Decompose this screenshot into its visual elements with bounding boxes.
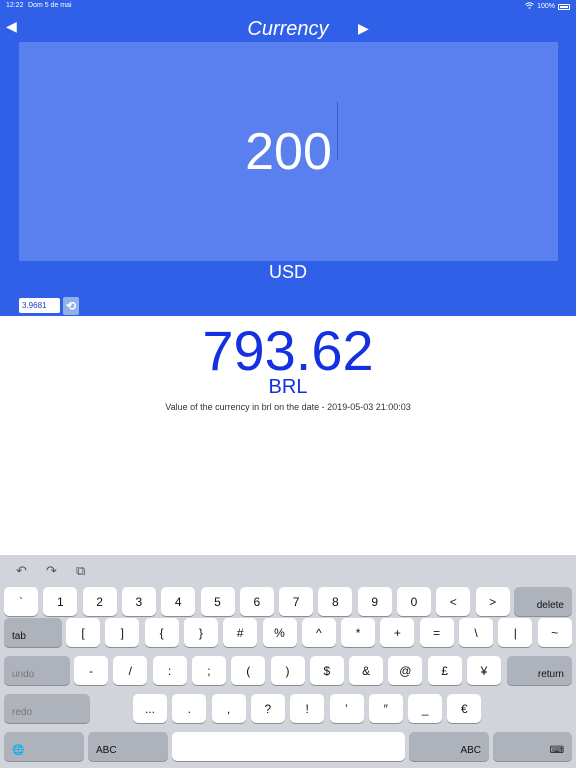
text-caret [337,102,338,160]
key[interactable]: ] [105,618,140,647]
key[interactable]: { [144,618,179,647]
key[interactable]: ... [133,694,167,723]
wifi-icon [525,2,534,11]
refresh-rate-icon[interactable]: ⟲ [63,297,79,315]
key[interactable]: . [172,694,207,723]
amount-input[interactable] [138,121,439,182]
status-time: 12:22 [6,2,24,9]
key[interactable]: : [152,656,187,685]
status-right: 100% [525,2,570,11]
key[interactable]: ’ [329,694,364,723]
key[interactable]: 9 [357,587,392,616]
paste-icon[interactable]: ⧉ [76,563,85,579]
globe-icon[interactable]: 🌐 [4,732,84,761]
key[interactable]: } [183,618,218,647]
key[interactable]: ″ [368,694,403,723]
key[interactable]: _ [408,694,443,723]
abc-key-left[interactable]: ABC [88,732,168,761]
key[interactable]: 3 [121,587,156,616]
redo-icon[interactable]: ↷ [46,563,57,579]
tab-key[interactable]: tab [4,618,62,647]
key[interactable]: - [74,656,108,685]
key[interactable]: & [349,656,384,685]
key[interactable]: ¥ [467,656,501,685]
status-bar: 12:22 Dom 5 de mai 100% [0,0,576,12]
amount-box[interactable] [19,42,558,261]
key[interactable]: @ [388,656,423,685]
exchange-rate-field[interactable]: 3.9681 [19,298,60,313]
key[interactable]: ? [250,694,285,723]
key[interactable]: > [475,587,510,616]
to-currency-code[interactable]: BRL [0,376,576,399]
key[interactable]: \ [459,618,493,647]
key[interactable]: ( [231,656,266,685]
key[interactable]: [ [66,618,100,647]
key[interactable]: € [447,694,482,723]
delete-key[interactable]: delete [514,587,572,616]
key[interactable]: 0 [397,587,431,616]
battery-icon [558,3,570,10]
from-currency-code[interactable]: USD [0,262,576,283]
undo-key[interactable]: undo [4,656,70,685]
next-arrow-icon[interactable]: ▶ [358,20,372,36]
key[interactable]: £ [427,656,462,685]
converter-header: ◀ Currency ▶ USD 3.9681 ⟲ [0,12,576,316]
key[interactable]: * [341,618,376,647]
keyboard: ↶ ↷ ⧉ ` 1 2 3 4 5 6 7 8 9 0 < > delete tab[]{} #% ^ * + = \ |… [0,555,576,768]
key[interactable]: < [436,587,471,616]
keyboard-shortcut-bar: ↶ ↷ ⧉ [0,555,576,585]
battery-percent: 100% [537,3,555,10]
key[interactable]: ! [290,694,325,723]
key[interactable]: 2 [82,587,117,616]
key[interactable]: / [113,656,148,685]
key[interactable]: 6 [239,587,274,616]
key[interactable]: 7 [279,587,314,616]
hide-keyboard-icon[interactable]: ⌨ [493,732,572,761]
converted-value: 793.62 [202,319,374,382]
key[interactable]: $ [309,656,344,685]
status-date: Dom 5 de mai [28,2,72,9]
key[interactable]: ^ [301,618,336,647]
key[interactable]: 5 [200,587,235,616]
key[interactable]: + [380,618,415,647]
page-title: Currency [247,18,329,40]
space-key[interactable] [172,732,405,761]
key[interactable]: | [498,618,533,647]
key[interactable]: ; [191,656,226,685]
return-key[interactable]: return [507,656,572,685]
key[interactable]: 4 [161,587,196,616]
key[interactable]: ~ [537,618,572,647]
abc-key-right[interactable]: ABC [409,732,489,761]
undo-icon[interactable]: ↶ [16,563,27,579]
key[interactable]: ) [270,656,305,685]
rate-date-note: Value of the currency in brl on the date… [165,402,411,412]
key[interactable]: ` [4,587,38,616]
key[interactable]: 8 [318,587,353,616]
key[interactable]: # [223,618,258,647]
key[interactable]: % [262,618,297,647]
key[interactable]: 1 [43,587,78,616]
key[interactable]: , [211,694,246,723]
redo-key[interactable]: redo [4,694,90,723]
key[interactable]: = [419,618,454,647]
